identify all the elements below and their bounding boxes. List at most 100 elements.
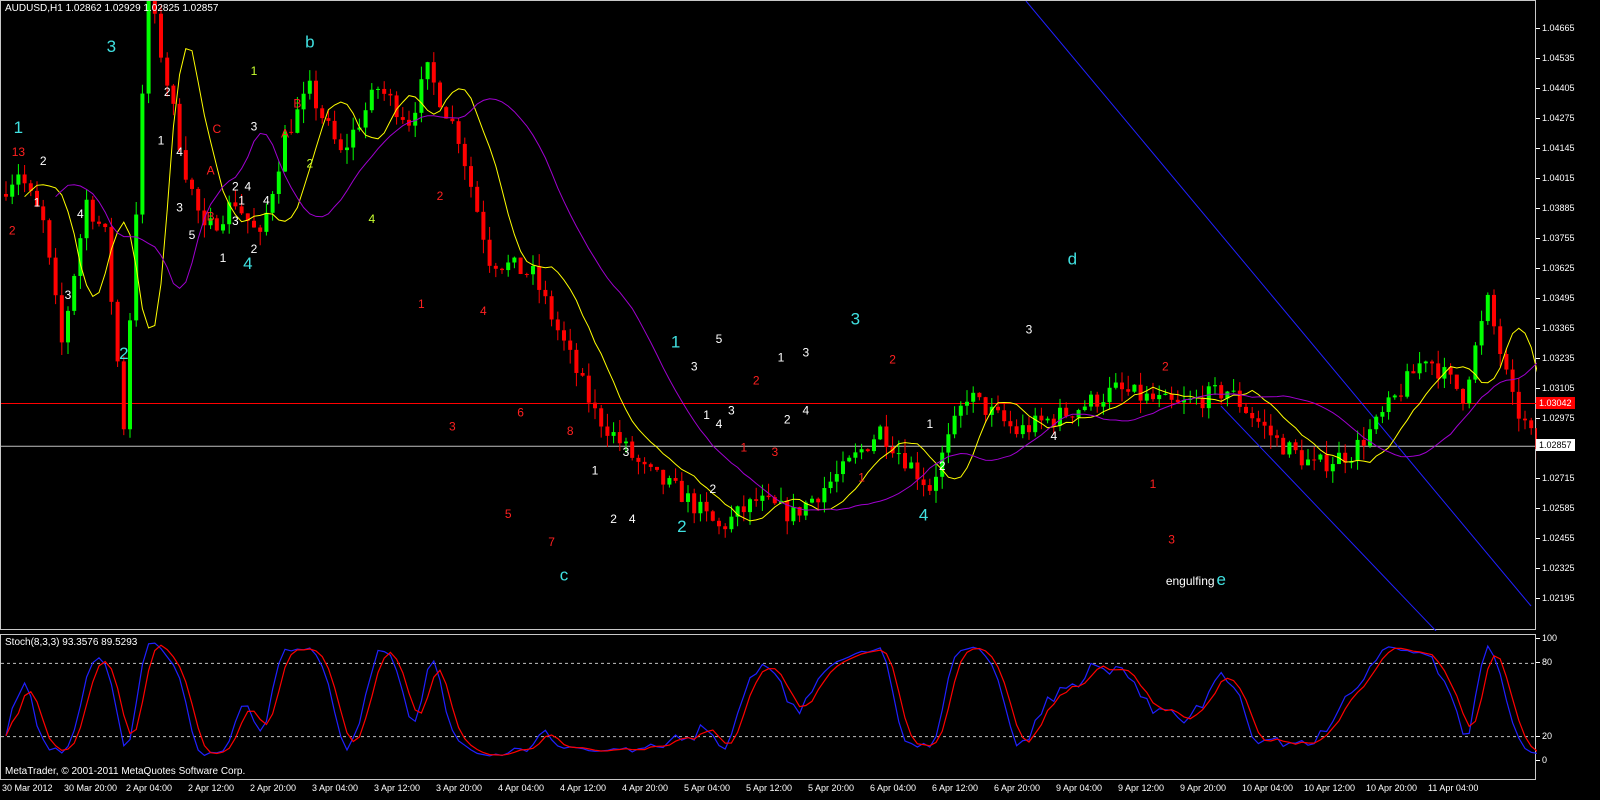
candle-body [314,80,318,109]
wave-label: 1 [592,463,599,477]
candle-body [376,88,380,90]
candle-body [1380,412,1385,417]
candle-body [549,296,554,320]
wave-label: 4 [629,512,636,526]
candle-body [1101,402,1106,407]
candle-body [847,457,852,462]
stochastic-header: Stoch(8,3,3) 93.3576 89.5293 [5,637,138,648]
wave-label: 8 [567,424,574,438]
candle-body [865,449,870,452]
candle-body [90,199,95,222]
candle-body [1374,416,1379,430]
candle-body [146,1,151,94]
candle-body [53,257,58,296]
candle-body [1324,454,1329,472]
candle-body [1157,394,1162,400]
candle-body [109,227,114,302]
wave-label: 3 [251,120,258,134]
wave-label: 1 [158,133,165,147]
wave-label: 4 [919,506,928,525]
candle-body [233,202,238,207]
candle-body [748,499,752,513]
wave-label: 2 [9,223,16,237]
candle-body [1461,388,1465,404]
candle-body [909,462,914,469]
candle-body [524,274,529,276]
time-tick-label: 6 Apr 04:00 [870,783,917,793]
wave-label: 4 [243,254,252,273]
price-scale[interactable]: 1.04665 1.04535 1.04405 1.04275 1.04145 1.040… [1535,0,1600,780]
time-tick-label: 3 Apr 12:00 [374,783,421,793]
candle-body [59,295,64,343]
candle-body [289,131,294,133]
price-tick-label: 1.04665 [1536,23,1575,33]
wave-label: A [281,126,289,140]
wave-label: 2 [40,154,47,168]
wave-label: 2 [437,189,444,203]
candle-body [555,319,560,331]
stochastic-pane[interactable]: Stoch(8,3,3) 93.3576 89.5293 MetaTrader,… [0,634,1537,781]
wave-label: 4 [368,212,375,226]
candle-body [456,121,461,144]
candle-body [828,481,833,489]
candle-body [72,275,77,311]
candlestick-chart[interactable]: 3 b1113221432214CA3B532 41 4321 4BA2421 43658… [1,1,1537,631]
candle-body [351,129,356,148]
candle-body [462,143,467,167]
wave-label: 3 [107,37,116,56]
wave-label: 2 [784,413,791,427]
candle-body [717,520,721,527]
candle-body [47,220,52,258]
candle-body [580,372,585,376]
candle-body [723,526,728,530]
candle-body [165,57,170,86]
stochastic-signal-line [5,644,1537,756]
candle-body [469,166,473,187]
candle-body [1058,407,1062,426]
candle-body [810,498,814,503]
wave-label: b [305,32,314,51]
candle-body [1312,459,1317,461]
time-tick-label: 2 Apr 20:00 [250,783,297,793]
candle-body [1368,429,1372,446]
candle-body [128,320,132,430]
candle-body [1045,418,1050,421]
wave-label: d [1068,249,1077,268]
candle-body [971,392,976,402]
candle-body [611,432,616,436]
wave-label: 4 [77,207,84,221]
stochastic-chart[interactable] [1,635,1537,781]
candle-body [338,139,343,151]
candle-body [599,408,604,427]
candle-body [518,257,523,275]
candle-body [878,426,883,440]
candle-body [214,218,219,231]
candle-body [301,93,306,110]
candle-body [450,118,455,122]
wave-label: 3 [802,346,809,360]
time-scale[interactable]: 30 Mar 2012 30 Mar 20:00 2 Apr 04:00 2 Apr … [0,780,1536,800]
candle-body [1262,421,1267,426]
price-tick-label: 1.04145 [1536,143,1575,153]
candle-body [171,85,176,104]
candle-body [190,179,194,189]
candle-body [1504,354,1509,370]
wave-label: 4 [480,304,487,318]
candle-body [1033,415,1038,433]
candle-body [1132,384,1137,392]
candle-body [1423,361,1428,364]
candle-body [1417,363,1422,374]
candle-body [896,453,901,455]
price-tick-label: 1.03885 [1536,203,1575,213]
candle-body [332,120,337,140]
candle-body [326,118,331,121]
candle-body [605,426,610,436]
candle-body [934,476,938,491]
time-tick-label: 4 Apr 04:00 [498,783,545,793]
price-chart-pane[interactable]: 3 b 1 1 13 2 2 1 4 3 2 2 1 4 C A 3 B 5 3 2 4 1 4 3 2 1 4 B A 2 4 2 1 4 3 6 5 8… [0,0,1537,631]
candle-body [1287,442,1292,455]
candle-body [382,88,387,94]
candle-body [859,449,864,453]
price-tick-label: 1.02325 [1536,563,1575,573]
candle-body [630,441,635,458]
